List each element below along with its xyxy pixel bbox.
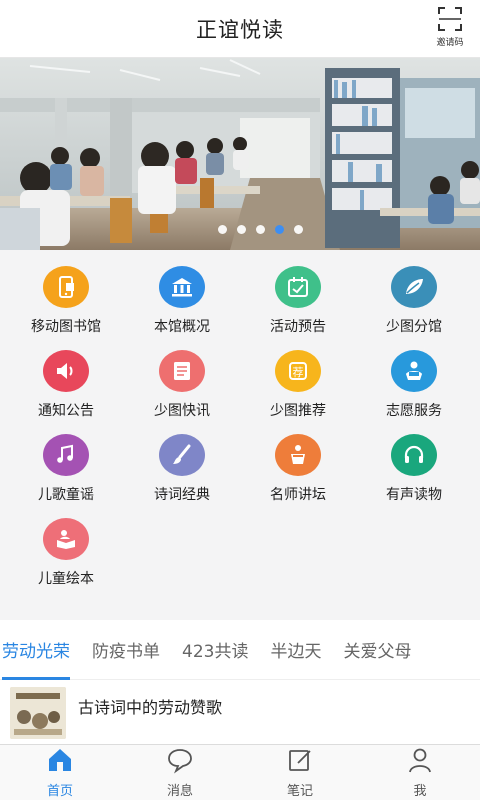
grid-item-label: 儿童绘本 [38, 571, 94, 587]
grid-item-label: 少图快讯 [154, 403, 210, 419]
carousel-dot[interactable] [236, 225, 246, 234]
nav-item[interactable]: 消息 [120, 745, 240, 800]
grid-item-label: 儿歌童谣 [38, 487, 94, 503]
brush-icon [159, 434, 205, 476]
grid-item[interactable]: 儿歌童谣 [8, 434, 124, 504]
topic-tabs: 劳动光荣 防疫书单 423共读 半边天 关爱父母 [0, 620, 480, 680]
grid-item[interactable]: 志愿服务 [356, 350, 472, 420]
grid-item-label: 少图分馆 [386, 319, 442, 335]
grid-item[interactable]: 少图分馆 [356, 266, 472, 336]
scan-label: 邀请码 [436, 38, 464, 48]
article-title: 古诗词中的劳动赞歌 [78, 698, 223, 717]
home-icon [46, 746, 74, 778]
tab-item[interactable]: 半边天 [270, 620, 321, 680]
page-title: 正谊悦读 [196, 17, 284, 42]
grid-item[interactable]: 本馆概况 [124, 266, 240, 336]
carousel-dot[interactable] [255, 225, 265, 234]
bottom-navigation: 首页 消息 笔记 我 [0, 744, 480, 800]
carousel-dot[interactable] [217, 225, 227, 234]
grid-item[interactable]: 有声读物 [356, 434, 472, 504]
carousel-dot[interactable] [274, 225, 284, 234]
volunteer-icon [391, 350, 437, 392]
grid-item-label: 名师讲坛 [270, 487, 326, 503]
grid-item-label: 活动预告 [270, 319, 326, 335]
note-icon [286, 746, 314, 778]
nav-item-label: 首页 [46, 784, 73, 799]
grid-item-label: 本馆概况 [154, 319, 210, 335]
grid-item[interactable]: 移动图书馆 [8, 266, 124, 336]
grid-item[interactable]: 活动预告 [240, 266, 356, 336]
grid-item-label: 诗词经典 [154, 487, 210, 503]
tab-item[interactable]: 劳动光荣 [2, 620, 70, 680]
scan-invite-button[interactable]: 邀请码 [430, 6, 470, 52]
grid-item-label: 少图推荐 [270, 403, 326, 419]
grid-item-label: 有声读物 [386, 487, 442, 503]
nav-item[interactable]: 首页 [0, 745, 120, 800]
tab-item[interactable]: 防疫书单 [92, 620, 160, 680]
grid-item-label: 通知公告 [38, 403, 94, 419]
library-photo [0, 58, 480, 250]
function-grid: 移动图书馆 本馆概况 活动预告 少图分馆 通知公告 少图快讯荐少图推荐 志愿服务 儿歌童谣 诗词… [8, 266, 472, 588]
grid-item[interactable]: 儿童绘本 [8, 518, 124, 588]
calendar-icon [275, 266, 321, 308]
grid-item[interactable]: 少图快讯 [124, 350, 240, 420]
banner-carousel[interactable] [0, 58, 480, 250]
article-list-item[interactable]: 古诗词中的劳动赞歌 [0, 680, 480, 746]
library-building-icon [159, 266, 205, 308]
header-bar: 正谊悦读 邀请码 [0, 0, 480, 58]
grid-item[interactable]: 诗词经典 [124, 434, 240, 504]
carousel-indicator [0, 225, 480, 234]
nav-item-label: 我 [413, 784, 427, 799]
tab-item[interactable]: 关爱父母 [343, 620, 411, 680]
music-notes-icon [43, 434, 89, 476]
branch-leaf-icon [391, 266, 437, 308]
nav-item[interactable]: 笔记 [240, 745, 360, 800]
carousel-dot[interactable] [293, 225, 303, 234]
news-icon [159, 350, 205, 392]
grid-item-label: 志愿服务 [386, 403, 442, 419]
grid-item[interactable]: 通知公告 [8, 350, 124, 420]
nav-item[interactable]: 我 [360, 745, 480, 800]
nav-item-label: 消息 [166, 784, 193, 799]
tab-item[interactable]: 423共读 [182, 620, 248, 680]
function-grid-area: 移动图书馆 本馆概况 活动预告 少图分馆 通知公告 少图快讯荐少图推荐 志愿服务 儿歌童谣 诗词… [0, 250, 480, 620]
phone-book-icon [43, 266, 89, 308]
message-icon [166, 746, 194, 778]
grid-item-label: 移动图书馆 [31, 319, 101, 335]
recommend-icon: 荐 [275, 350, 321, 392]
grid-item[interactable]: 名师讲坛 [240, 434, 356, 504]
scan-icon [438, 7, 462, 31]
picture-book-icon [43, 518, 89, 560]
lectern-icon [275, 434, 321, 476]
headphones-icon [391, 434, 437, 476]
grid-item[interactable]: 荐少图推荐 [240, 350, 356, 420]
nav-item-label: 笔记 [286, 784, 313, 799]
article-thumbnail [10, 687, 66, 739]
svg-text:荐: 荐 [293, 366, 304, 379]
speaker-icon [43, 350, 89, 392]
user-icon [406, 746, 434, 778]
